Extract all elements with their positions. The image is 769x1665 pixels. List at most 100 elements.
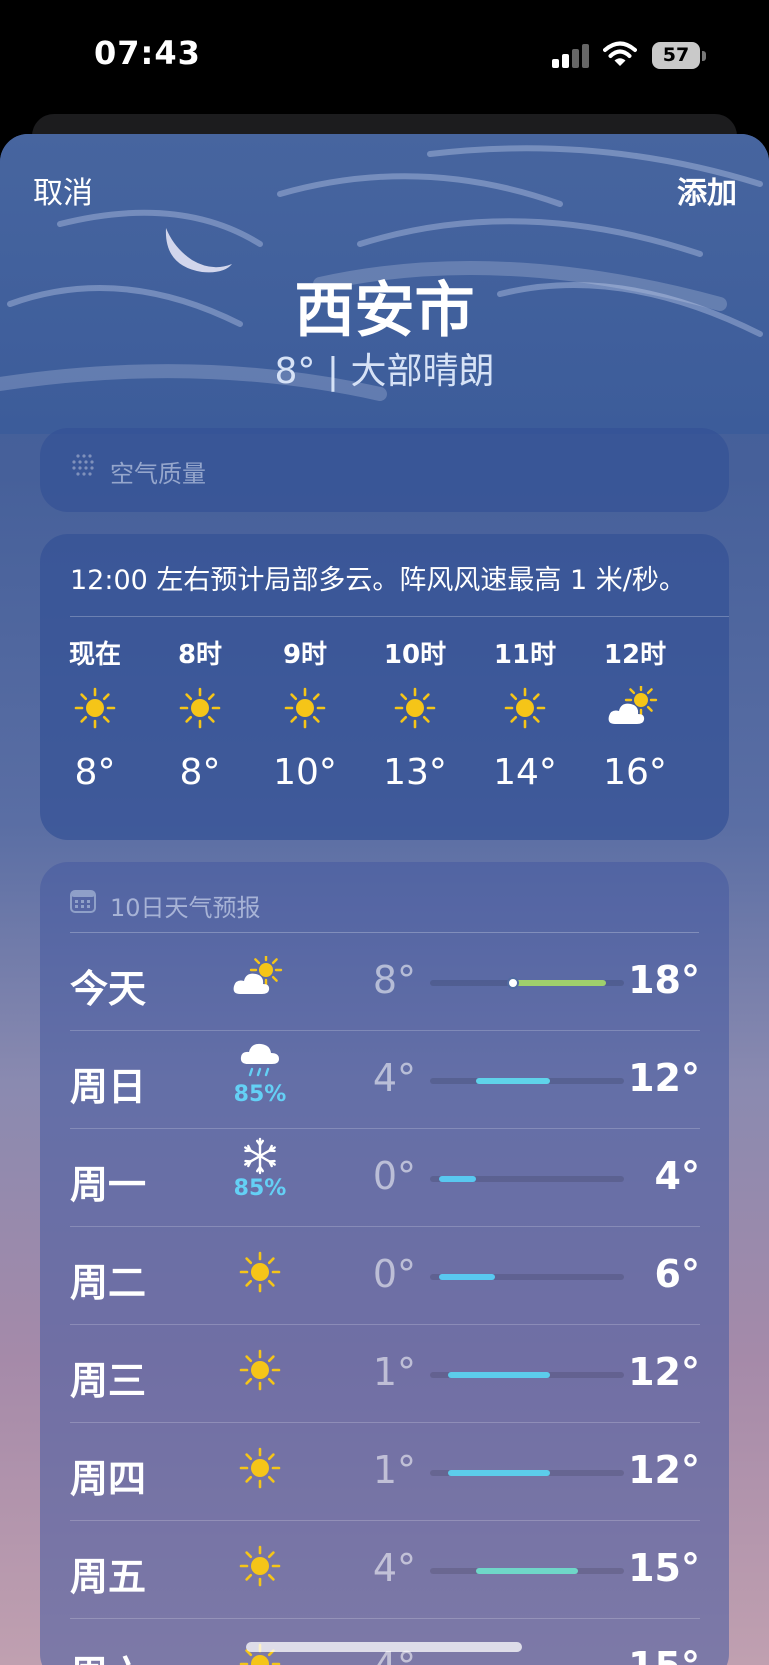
temp-range-fill bbox=[476, 1568, 578, 1574]
sun-icon bbox=[239, 1447, 281, 1489]
status-time: 07:43 bbox=[94, 34, 201, 72]
day-icon bbox=[220, 1250, 300, 1298]
hour-item: 12时 16° bbox=[580, 634, 690, 793]
hour-temp: 8° bbox=[74, 752, 116, 793]
day-label: 周四 bbox=[70, 1457, 147, 1501]
temp-range-fill bbox=[439, 1176, 477, 1182]
precip-chance: 85% bbox=[233, 1082, 287, 1107]
air-quality-card[interactable]: 空气质量 bbox=[40, 428, 729, 512]
temp-range-fill bbox=[513, 980, 606, 986]
day-label: 周二 bbox=[70, 1261, 147, 1305]
hour-item: 8时 8° bbox=[145, 634, 255, 793]
day-label: 周三 bbox=[70, 1359, 147, 1403]
day-label: 周六 bbox=[70, 1644, 146, 1665]
wifi-icon bbox=[603, 41, 637, 66]
current-conditions: 8° | 大部晴朗 bbox=[274, 351, 495, 392]
day-icon: 85% bbox=[220, 1136, 300, 1201]
hour-item: 10时 13° bbox=[360, 634, 470, 793]
day-icon bbox=[220, 1446, 300, 1494]
day-row[interactable]: 周日 85% 4° 12° bbox=[70, 1030, 700, 1128]
cellular-signal-icon bbox=[552, 44, 592, 68]
hour-label: 现在 bbox=[68, 640, 121, 670]
hour-temp: 16° bbox=[603, 752, 667, 793]
forecast-summary: 12:00 左右预计局部多云。阵风风速最高 1 米/秒。 bbox=[70, 565, 686, 596]
status-bar: 07:43 57 bbox=[0, 0, 769, 110]
high-temp: 12° bbox=[628, 1056, 700, 1100]
high-temp: 6° bbox=[654, 1252, 700, 1296]
hour-temp: 13° bbox=[383, 752, 447, 793]
calendar-icon bbox=[70, 890, 96, 913]
day-label: 周日 bbox=[70, 1065, 147, 1109]
home-indicator[interactable] bbox=[246, 1642, 522, 1652]
hour-item: 11时 14° bbox=[470, 634, 580, 793]
sun-icon bbox=[239, 1251, 281, 1293]
day-icon: 85% bbox=[220, 1038, 300, 1107]
day-icon bbox=[220, 953, 300, 1004]
weather-preview-sheet: 取消 添加 西安市 8° | 大部晴朗 空气质量 12:00 左右预计局部多云。… bbox=[0, 134, 769, 1665]
day-icon bbox=[220, 1348, 300, 1396]
hour-temp: 8° bbox=[179, 752, 221, 793]
add-button[interactable]: 添加 bbox=[677, 168, 737, 212]
low-temp: 4° bbox=[372, 1546, 416, 1590]
low-temp: 1° bbox=[372, 1350, 416, 1394]
day-row[interactable]: 周五 4° 15° bbox=[70, 1520, 700, 1618]
sun-icon bbox=[394, 687, 436, 729]
divider bbox=[70, 616, 729, 617]
temp-range-fill bbox=[448, 1470, 551, 1476]
day-label: 周一 bbox=[70, 1163, 147, 1207]
ten-day-header: 10日天气预报 bbox=[110, 894, 261, 922]
city-name: 西安市 bbox=[294, 276, 475, 346]
sun-icon bbox=[179, 687, 221, 729]
day-row[interactable]: 周一 85% 0° 4° bbox=[70, 1128, 700, 1226]
low-temp: 8° bbox=[372, 958, 416, 1002]
high-temp: 18° bbox=[628, 958, 700, 1002]
partly-cloudy-icon bbox=[608, 686, 658, 724]
partly-cloudy-icon bbox=[233, 953, 283, 994]
sun-icon bbox=[284, 687, 326, 729]
temp-range-bar bbox=[430, 1372, 624, 1378]
battery-icon: 57 bbox=[652, 42, 700, 69]
day-row[interactable]: 周二 0° 6° bbox=[70, 1226, 700, 1324]
low-temp: 0° bbox=[372, 1252, 416, 1296]
temp-range-fill bbox=[476, 1078, 551, 1084]
temp-range-bar bbox=[430, 1274, 624, 1280]
sun-icon bbox=[239, 1349, 281, 1391]
sun-icon bbox=[74, 687, 116, 729]
high-temp: 12° bbox=[628, 1350, 700, 1394]
current-temp-dot bbox=[507, 977, 520, 989]
temp-range-fill bbox=[439, 1274, 495, 1280]
sun-icon bbox=[504, 687, 546, 729]
ten-day-forecast-card[interactable]: 10日天气预报 今天 8° 18° 周日 85% 4° 12° 周一 85% 0° 4° 周二 0° 6°… bbox=[40, 862, 729, 1665]
hour-temp: 14° bbox=[493, 752, 557, 793]
day-row[interactable]: 今天 8° 18° bbox=[70, 932, 700, 1030]
day-row[interactable]: 周三 1° 12° bbox=[70, 1324, 700, 1422]
hour-label: 9时 bbox=[282, 640, 328, 670]
high-temp: 12° bbox=[628, 1448, 700, 1492]
hourly-forecast-card[interactable]: 12:00 左右预计局部多云。阵风风速最高 1 米/秒。 现在 8° 8时 8° 9时 1… bbox=[40, 534, 729, 840]
day-row[interactable]: 周四 1° 12° bbox=[70, 1422, 700, 1520]
hour-label: 8时 bbox=[177, 640, 223, 670]
high-temp: 4° bbox=[654, 1154, 700, 1198]
high-temp: 15° bbox=[628, 1546, 700, 1590]
sun-icon bbox=[239, 1545, 281, 1587]
hour-label: 10时 bbox=[383, 640, 447, 670]
cancel-button[interactable]: 取消 bbox=[33, 168, 93, 212]
precip-chance: 85% bbox=[233, 1176, 287, 1201]
hour-item: 9时 10° bbox=[250, 634, 360, 793]
snowflake-icon bbox=[244, 1137, 276, 1175]
air-quality-label: 空气质量 bbox=[110, 460, 206, 488]
temp-range-fill bbox=[448, 1372, 551, 1378]
high-temp: 15° bbox=[628, 1644, 700, 1665]
low-temp: 4° bbox=[372, 1056, 416, 1100]
hour-label: 12时 bbox=[603, 640, 667, 670]
day-icon bbox=[220, 1544, 300, 1592]
temp-range-bar bbox=[430, 1176, 624, 1182]
temp-range-bar bbox=[430, 1078, 624, 1084]
low-temp: 1° bbox=[372, 1448, 416, 1492]
low-temp: 0° bbox=[372, 1154, 416, 1198]
rain-cloud-icon bbox=[240, 1043, 279, 1077]
day-label: 今天 bbox=[70, 967, 147, 1011]
hour-item: 现在 8° bbox=[40, 634, 150, 793]
temp-range-bar bbox=[430, 977, 624, 989]
hour-label: 11时 bbox=[493, 640, 557, 670]
